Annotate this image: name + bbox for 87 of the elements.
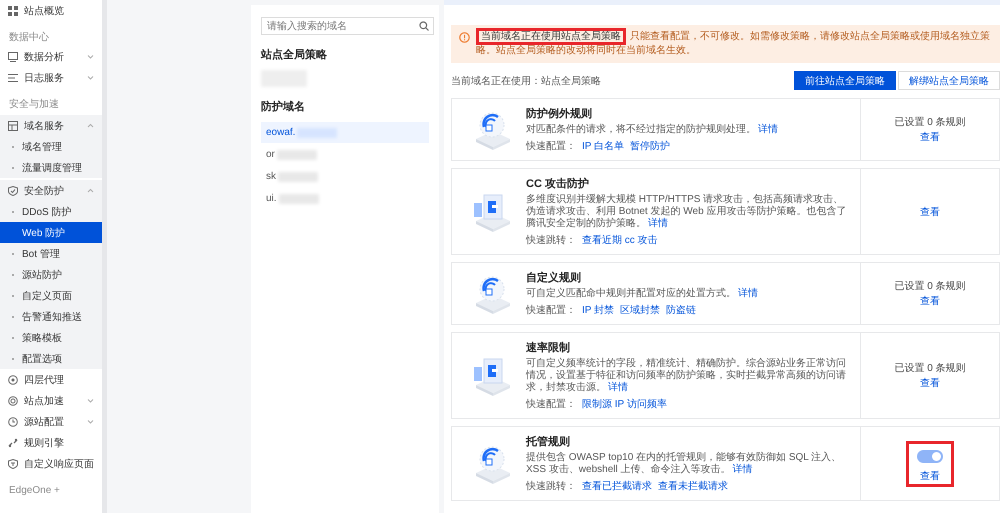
nav-subitem[interactable]: DDoS 防护 xyxy=(0,201,102,222)
nav-item[interactable]: 源站配置 xyxy=(0,411,102,432)
nav-item[interactable]: 站点概览 xyxy=(0,0,102,21)
quick-label: 快速配置： xyxy=(526,140,576,153)
target-icon xyxy=(8,396,18,406)
view-link[interactable]: 查看 xyxy=(920,376,940,390)
shield-icon xyxy=(8,458,18,468)
quick-link[interactable]: 查看未拦截请求 xyxy=(658,479,728,493)
details-link[interactable]: 详情 xyxy=(732,464,752,475)
quick-link[interactable]: 区域封禁 xyxy=(620,303,660,317)
quick-label: 快速跳转： xyxy=(526,480,576,493)
quick-link[interactable]: 查看近期 cc 攻击 xyxy=(582,233,658,247)
grid-icon xyxy=(8,6,18,16)
nav-item[interactable]: 规则引擎 xyxy=(0,432,102,453)
quick-link[interactable]: 暂停防护 xyxy=(630,139,670,153)
section-label: 安全与加速 xyxy=(8,98,60,112)
nav-subitem[interactable]: 策略模板 xyxy=(0,327,102,348)
quick-link[interactable]: 查看已拦截请求 xyxy=(582,479,652,493)
nav-subitem[interactable]: 源站防护 xyxy=(0,264,102,285)
quick-link[interactable]: 防盗链 xyxy=(666,303,696,317)
details-link[interactable]: 详情 xyxy=(648,218,668,229)
rule-description: 可自定义匹配命中规则并配置对应的处置方式。 详情 xyxy=(526,288,758,300)
nav-item[interactable]: 自定义响应页面 xyxy=(0,453,102,474)
domain-item[interactable]: sk xyxy=(261,166,429,187)
quick-link[interactable]: IP 白名单 xyxy=(582,139,624,153)
nav-subitem[interactable]: Web 防护 xyxy=(0,222,102,243)
warning-icon xyxy=(459,32,470,43)
rule-title: 托管规则 xyxy=(526,434,571,449)
rule-title: 自定义规则 xyxy=(526,270,582,285)
nav-subitem[interactable]: 配置选项 xyxy=(0,348,102,369)
warning-text: 当前域名正在使用站点全局策略 只能查看配置，不可修改。如需修改策略，请修改站点全局策略或使用域名独立策略。站点全局策略的改动将同时在当前域名生效。 xyxy=(476,30,992,58)
scrollbar[interactable] xyxy=(102,0,107,513)
rule-description: 可自定义频率统计的字段，精准统计、精确防护。综合源站业务正常访问情况，设置基于特征和访问频率的防护策略，实时拦截异常高频的访问请求，封禁攻击源。 详情 xyxy=(526,358,847,394)
rule-title: CC 攻击防护 xyxy=(526,176,590,191)
nav-subitem[interactable]: 流量调度管理 xyxy=(0,157,102,178)
view-link[interactable]: 查看 xyxy=(920,204,940,218)
quick-link[interactable]: 限制源 IP 访问频率 xyxy=(582,397,667,411)
rule-count: 已设置 0 条规则 xyxy=(894,116,966,129)
details-link[interactable]: 详情 xyxy=(758,124,778,135)
circle-icon xyxy=(8,374,18,384)
quick-label: 快速配置： xyxy=(526,304,576,317)
rule-count: 已设置 0 条规则 xyxy=(894,280,966,293)
domain-item[interactable]: eowaf. xyxy=(261,122,429,143)
policy-status: 当前域名正在使用：站点全局策略 xyxy=(451,74,601,88)
rule-description: 对匹配条件的请求，将不经过指定的防护规则处理。 详情 xyxy=(526,124,778,136)
primary-button[interactable]: 前往站点全局策略 xyxy=(794,71,896,90)
nav-subitem[interactable]: Bot 管理 xyxy=(0,243,102,264)
quick-link[interactable]: IP 封禁 xyxy=(582,303,614,317)
nav-subitem[interactable]: 告警通知推送 xyxy=(0,306,102,327)
view-link[interactable]: 查看 xyxy=(920,130,940,144)
domain-name: ui. xyxy=(266,193,277,204)
section-label: EdgeOne + xyxy=(8,484,61,498)
nav-item[interactable]: 域名服务 xyxy=(0,115,102,136)
table-icon xyxy=(8,120,18,130)
section-heading: 防护域名 xyxy=(261,100,306,114)
domain-name: sk xyxy=(266,171,276,182)
redaction-blur xyxy=(297,128,338,138)
quick-label: 快速配置： xyxy=(526,398,576,411)
list-icon xyxy=(8,72,18,82)
details-link[interactable]: 详情 xyxy=(738,288,758,299)
nav-item[interactable]: 数据分析 xyxy=(0,46,102,67)
domain-name: or xyxy=(266,149,275,160)
domain-name: eowaf. xyxy=(266,127,296,138)
rule-count: 已设置 0 条规则 xyxy=(894,362,966,375)
link-icon xyxy=(8,438,18,448)
rule-title: 速率限制 xyxy=(526,340,571,355)
domain-item[interactable]: or xyxy=(261,144,429,165)
domain-item[interactable]: ui. xyxy=(261,188,429,209)
section-label: 数据中心 xyxy=(8,30,50,45)
shield-icon xyxy=(8,186,18,196)
secondary-button[interactable]: 解绑站点全局策略 xyxy=(898,71,1000,90)
search-field[interactable]: 请输入搜索的域名 xyxy=(261,17,434,35)
rule-title: 防护例外规则 xyxy=(526,106,593,121)
details-link[interactable]: 详情 xyxy=(608,382,628,393)
monitor-icon xyxy=(8,52,18,62)
section-heading: 站点全局策略 xyxy=(261,48,328,62)
nav-item[interactable]: 站点加速 xyxy=(0,390,102,411)
nav-subitem[interactable]: 域名管理 xyxy=(0,136,102,157)
nav-item[interactable]: 日志服务 xyxy=(0,67,102,88)
rule-description: 多维度识别并缓解大规模 HTTP/HTTPS 请求攻击，包括高频请求攻击、伪造请求攻击、利用 Botnet 发起的 Web 应用攻击等防护策略。也包含了腾讯安全定制的防护策略。 详情 xyxy=(526,194,848,230)
nav-item[interactable]: 四层代理 xyxy=(0,369,102,390)
rule-description: 提供包含 OWASP top10 在内的托管规则，能够有效防御如 SQL 注入、XSS 攻击、webshell 上传、命令注入等攻击。 详情 xyxy=(526,452,842,476)
nav-item[interactable]: 安全防护 xyxy=(0,180,102,201)
nav-subitem[interactable]: 自定义页面 xyxy=(0,285,102,306)
view-link[interactable]: 查看 xyxy=(920,294,940,308)
quick-label: 快速跳转： xyxy=(526,234,576,247)
clock-icon xyxy=(8,416,18,426)
